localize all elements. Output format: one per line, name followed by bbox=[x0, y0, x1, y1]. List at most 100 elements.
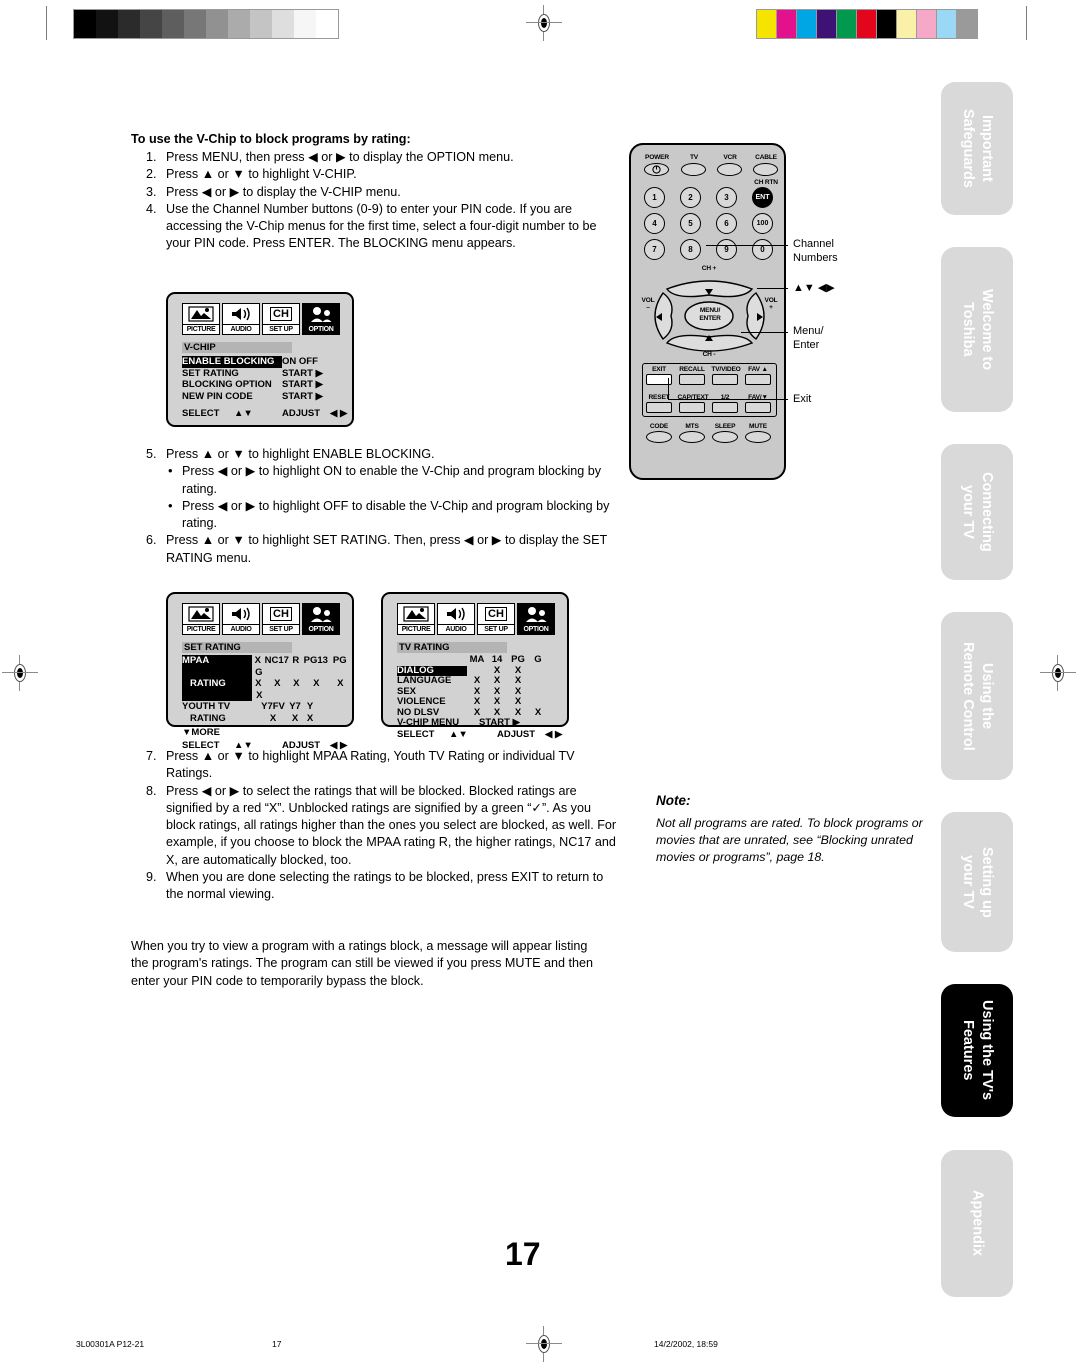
osd-row[interactable]: LANGUAGE X X X bbox=[397, 675, 567, 687]
osd-row[interactable]: YOUTH TV Y7FV Y7 Y bbox=[182, 701, 352, 713]
color-swatch bbox=[857, 10, 876, 38]
mpaa-columns: X NC17 R PG13 PG G bbox=[252, 655, 352, 678]
sidebar-tab-using-the-remote-control[interactable]: Using the Remote Control bbox=[941, 612, 1013, 780]
key-0[interactable]: 0 bbox=[752, 239, 773, 260]
audio-icon: AUDIO bbox=[222, 603, 260, 635]
color-swatch bbox=[897, 10, 916, 38]
osd-icon-row: PICTURE AUDIO CH SET UP OPTION bbox=[182, 603, 352, 635]
vcr-button[interactable] bbox=[717, 163, 742, 176]
osd-footer: SELECT ▲▼ ADJUST ◀ ▶ bbox=[182, 408, 352, 419]
callout-menu-enter: Menu/ Enter bbox=[793, 324, 824, 352]
callout-arrow-keys: ▲▼ ◀▶ bbox=[793, 281, 835, 295]
sidebar-tab-setting-up-your-tv[interactable]: Setting up your TV bbox=[941, 812, 1013, 952]
cell: Y7 bbox=[289, 701, 301, 712]
audio-icon-label: AUDIO bbox=[222, 325, 260, 335]
color-calibration-bar bbox=[756, 9, 978, 39]
sidebar-tab-label: Connecting your TV bbox=[960, 472, 995, 552]
key-4[interactable]: 4 bbox=[644, 213, 665, 234]
sleep-button[interactable] bbox=[712, 431, 738, 443]
osd-row[interactable]: V-CHIP MENU START ▶ bbox=[397, 717, 567, 729]
osd-tvrating-menu: PICTURE AUDIO CH SET UP OPTION TV RATING… bbox=[381, 592, 569, 740]
sidebar-tab-using-the-tv-s-features[interactable]: Using the TV's Features bbox=[941, 984, 1013, 1117]
cap-text-button[interactable] bbox=[679, 402, 705, 413]
registration-mark-left bbox=[2, 655, 38, 691]
tv-video-button[interactable] bbox=[712, 374, 738, 385]
osd-row[interactable]: NEW PIN CODE START ▶ bbox=[182, 391, 352, 403]
list-number: 2. bbox=[146, 167, 157, 182]
osd-row[interactable]: ENABLE BLOCKING ON OFF bbox=[182, 356, 352, 368]
picture-icon: PICTURE bbox=[182, 303, 220, 335]
osd-select-label: SELECT bbox=[182, 408, 220, 419]
osd-row[interactable]: MPAA X NC17 R PG13 PG G bbox=[182, 655, 352, 678]
cell: PG bbox=[332, 655, 347, 666]
fav-up-label: FAV ▲ bbox=[748, 366, 768, 373]
cable-button[interactable] bbox=[753, 163, 778, 176]
sidebar-tab-connecting-your-tv[interactable]: Connecting your TV bbox=[941, 444, 1013, 580]
key-5[interactable]: 5 bbox=[680, 213, 701, 234]
mute-button[interactable] bbox=[745, 431, 771, 443]
exit-label: EXIT bbox=[652, 366, 666, 373]
mts-button[interactable] bbox=[679, 431, 705, 443]
osd-adjust-keys: ◀ ▶ bbox=[330, 408, 348, 419]
sidebar-tab-welcome-to-toshiba[interactable]: Welcome to Toshiba bbox=[941, 247, 1013, 412]
osd-adjust-label: ADJUST bbox=[282, 408, 321, 419]
recall-button[interactable] bbox=[679, 374, 705, 385]
osd-row[interactable]: VIOLENCE X X X bbox=[397, 696, 567, 708]
osd-row[interactable]: SET RATING START ▶ bbox=[182, 368, 352, 380]
mute-label: MUTE bbox=[749, 423, 767, 430]
audio-icon: AUDIO bbox=[222, 303, 260, 335]
picture-icon-label: PICTURE bbox=[182, 625, 220, 635]
setup-icon: CH SET UP bbox=[262, 303, 300, 335]
setup-icon: CH SET UP bbox=[262, 603, 300, 635]
fav-up-button[interactable] bbox=[745, 374, 771, 385]
youth-rating-label: RATING bbox=[190, 712, 226, 724]
vol-minus-text: VOL bbox=[641, 297, 655, 304]
crop-mark-top-right bbox=[1026, 6, 1027, 40]
osd-row-label: ENABLE BLOCKING bbox=[182, 356, 282, 368]
callout-line-exit bbox=[668, 399, 788, 400]
key-3[interactable]: 3 bbox=[716, 187, 737, 208]
callout-channel-numbers: Channel Numbers bbox=[793, 237, 838, 265]
tv-video-label: TV/VIDEO bbox=[711, 366, 741, 373]
list-item: 1. Press MENU, then press ◀ or ▶ to disp… bbox=[146, 149, 616, 166]
key-1[interactable]: 1 bbox=[644, 187, 665, 208]
osd-select-keys: ▲▼ bbox=[449, 728, 468, 740]
key-6[interactable]: 6 bbox=[716, 213, 737, 234]
grey-swatch bbox=[294, 10, 316, 38]
grey-swatch bbox=[250, 10, 272, 38]
registration-mark-right bbox=[1040, 655, 1076, 691]
osd-row[interactable]: BLOCKING OPTION START ▶ bbox=[182, 379, 352, 391]
grey-swatch bbox=[96, 10, 118, 38]
fav-down-button[interactable] bbox=[745, 402, 771, 413]
ent-button[interactable]: ENT bbox=[752, 187, 773, 208]
steps-group-2: 5. Press ▲ or ▼ to highlight ENABLE BLOC… bbox=[146, 446, 616, 567]
setup-icon-label: SET UP bbox=[262, 625, 300, 635]
vol-minus-sign: – bbox=[646, 304, 650, 311]
list-item: 3. Press ◀ or ▶ to display the V-CHIP me… bbox=[146, 184, 616, 201]
list-text: Press ▲ or ▼ to highlight ENABLE BLOCKIN… bbox=[166, 447, 435, 461]
key-7[interactable]: 7 bbox=[644, 239, 665, 260]
osd-blocking-menu: PICTURE AUDIO CH SET UP OPTION V-CHIP EN… bbox=[166, 292, 354, 427]
key-9[interactable]: 9 bbox=[716, 239, 737, 260]
one-two-button[interactable] bbox=[712, 402, 738, 413]
list-text: Press ◀ or ▶ to select the ratings that … bbox=[166, 783, 617, 867]
code-button[interactable] bbox=[646, 431, 672, 443]
reset-button[interactable] bbox=[646, 402, 672, 413]
osd-row[interactable]: RATING X X X X XX bbox=[182, 678, 352, 701]
osd-row[interactable]: RATING XXX bbox=[182, 713, 352, 725]
osd-row-value: START ▶ bbox=[282, 390, 323, 402]
power-button[interactable] bbox=[644, 163, 669, 176]
sidebar-tab-label: Important Safeguards bbox=[960, 109, 995, 188]
list-item: 6. Press ▲ or ▼ to highlight SET RATING.… bbox=[146, 532, 618, 567]
cell: X bbox=[293, 678, 300, 689]
sidebar-tab-important-safeguards[interactable]: Important Safeguards bbox=[941, 82, 1013, 215]
key-2[interactable]: 2 bbox=[680, 187, 701, 208]
key-100[interactable]: 100 bbox=[752, 213, 773, 234]
key-8[interactable]: 8 bbox=[680, 239, 701, 260]
youth-columns: Y7FV Y7 Y bbox=[260, 701, 316, 713]
tv-button[interactable] bbox=[681, 163, 706, 176]
osd-title: SET RATING bbox=[182, 642, 292, 653]
list-number: 1. bbox=[146, 150, 157, 164]
sidebar-tab-appendix[interactable]: Appendix bbox=[941, 1150, 1013, 1297]
menu-enter-line1: MENU/ bbox=[699, 307, 721, 314]
